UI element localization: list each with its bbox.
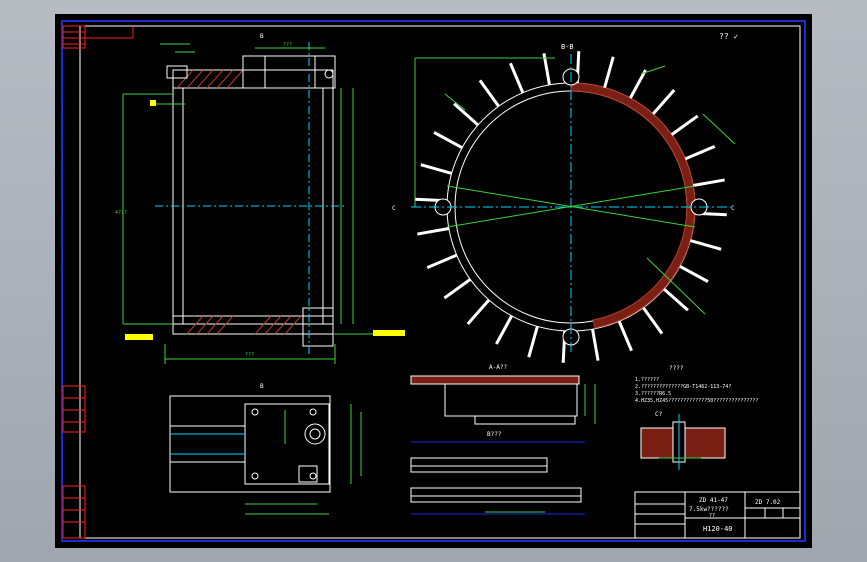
cooling-rib [527, 325, 539, 358]
title-cell-4: ?? [709, 513, 715, 519]
label-cut-c-left: C [392, 205, 396, 212]
section-aa-title: A-A?? [489, 364, 507, 371]
plan-view[interactable] [169, 395, 362, 515]
cooling-rib [426, 253, 458, 269]
notes-header: ???? [669, 365, 684, 372]
title-cell-2: ZD 7.02 [755, 499, 781, 506]
title-cell-1: ZD 41-47 [699, 497, 728, 504]
cooling-rib [509, 62, 525, 94]
cooling-rib [684, 145, 716, 161]
cooling-rib [478, 79, 500, 108]
view-b[interactable]: B??? [410, 431, 585, 515]
title-block[interactable]: ZD 41-47 ZD 7.02 7.5kw?????? ?? H120-40 [634, 491, 801, 539]
inner-frame [79, 25, 801, 539]
note-2: 2.??????????????GB-T1462-113-74? [635, 384, 731, 390]
title-cell-3: 7.5kw?????? [689, 506, 729, 513]
cooling-rib [466, 298, 491, 325]
side-section-view[interactable]: B B 4??? ??? ??? [115, 33, 405, 390]
cooling-rib [617, 320, 633, 352]
cooling-rib [495, 315, 513, 345]
cooling-rib [420, 163, 453, 175]
note-4: 4.HZ35,HZ45?????????????50??????????????… [635, 398, 758, 404]
label-cut-b-bottom: B [260, 383, 264, 390]
margin-tag-top [62, 25, 86, 49]
dim-top-label: ??? [283, 42, 292, 48]
check-mark: ?? ✓ [719, 32, 738, 41]
cooling-rib [692, 178, 725, 187]
drawing-canvas[interactable]: B B 4??? ??? ??? B-B ?? ✓ C C A-A?? B???… [55, 14, 812, 548]
cooling-rib [662, 287, 689, 312]
cooling-rib [443, 278, 472, 300]
margin-tag-mid [62, 385, 86, 433]
dim-height-label: 4??? [115, 210, 127, 216]
cad-viewport: B B 4??? ??? ??? B-B ?? ✓ C C A-A?? B???… [0, 0, 867, 562]
dim-width-label: ??? [245, 352, 254, 358]
technical-notes: ???? 1.?????? 2.??????????????GB-T1462-1… [635, 365, 758, 404]
section-bb-view[interactable]: B-B ?? ✓ C C [392, 32, 738, 363]
cooling-rib [651, 89, 676, 116]
detail-c-view[interactable]: C? [640, 411, 726, 470]
part-number: H120-40 [703, 525, 733, 533]
note-1: 1.?????? [635, 377, 659, 383]
side-callouts [125, 100, 405, 340]
cooling-rib [603, 56, 615, 89]
label-cut-c-right: C [731, 205, 735, 212]
section-aa-view[interactable]: A-A?? [410, 364, 596, 425]
cooling-rib [433, 131, 463, 149]
view-b-title: B??? [487, 431, 502, 438]
cooling-rib [642, 306, 664, 335]
cooling-rib [670, 114, 699, 136]
cooling-rib [591, 328, 600, 361]
section-bb-title: B-B [561, 43, 574, 51]
cooling-rib [453, 102, 480, 127]
top-flange [242, 55, 336, 89]
hatched-quadrant [570, 82, 696, 208]
cooling-rib [417, 227, 450, 236]
cooling-rib [679, 265, 709, 283]
label-cut-b-top: B [260, 33, 264, 40]
cooling-rib [629, 69, 647, 99]
cooling-rib [689, 239, 722, 251]
note-3: 3.??????R6.5 [635, 391, 671, 397]
detail-c-title: C? [655, 411, 663, 418]
margin-tag-bot [62, 485, 86, 539]
